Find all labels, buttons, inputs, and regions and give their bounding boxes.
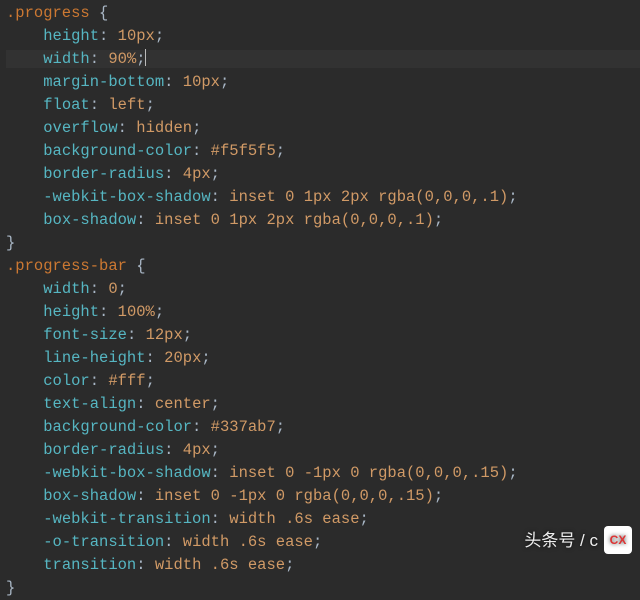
css-value: 4px bbox=[183, 165, 211, 183]
css-value: 4px bbox=[183, 441, 211, 459]
css-property: height bbox=[43, 303, 99, 321]
css-value: #f5f5f5 bbox=[211, 142, 276, 160]
css-property: -webkit-transition bbox=[43, 510, 210, 528]
watermark-text: 头条号 / c bbox=[524, 529, 598, 552]
css-value: 12px bbox=[146, 326, 183, 344]
css-value: inset 0 -1px 0 rgba(0,0,0,.15) bbox=[155, 487, 434, 505]
css-value: center bbox=[155, 395, 211, 413]
css-value: hidden bbox=[136, 119, 192, 137]
css-value: inset 0 1px 2px rgba(0,0,0,.1) bbox=[155, 211, 434, 229]
css-property: border-radius bbox=[43, 165, 164, 183]
css-property: width bbox=[43, 280, 90, 298]
css-property: -webkit-box-shadow bbox=[43, 188, 210, 206]
css-value: 10px bbox=[118, 27, 155, 45]
css-value: #337ab7 bbox=[211, 418, 276, 436]
watermark-logo-icon: CX bbox=[604, 526, 632, 554]
css-value: 100% bbox=[118, 303, 155, 321]
css-property: background-color bbox=[43, 418, 192, 436]
selector: .progress bbox=[6, 4, 90, 22]
css-value: left bbox=[108, 96, 145, 114]
css-property: border-radius bbox=[43, 441, 164, 459]
css-property: text-align bbox=[43, 395, 136, 413]
css-property: font-size bbox=[43, 326, 127, 344]
css-property: background-color bbox=[43, 142, 192, 160]
css-property: color bbox=[43, 372, 90, 390]
css-value: #fff bbox=[108, 372, 145, 390]
css-value: 0 bbox=[108, 280, 117, 298]
css-value: width .6s ease bbox=[155, 556, 285, 574]
code-editor[interactable]: .progress { height: 10px; width: 90%; ma… bbox=[0, 0, 640, 600]
css-property: -webkit-box-shadow bbox=[43, 464, 210, 482]
css-property: width bbox=[43, 50, 90, 68]
css-value: inset 0 -1px 0 rgba(0,0,0,.15) bbox=[229, 464, 508, 482]
css-value: width .6s ease bbox=[229, 510, 359, 528]
css-property: line-height bbox=[43, 349, 145, 367]
css-value: 10px bbox=[183, 73, 220, 91]
css-property: overflow bbox=[43, 119, 117, 137]
css-property: -o-transition bbox=[43, 533, 164, 551]
css-property: box-shadow bbox=[43, 211, 136, 229]
css-property: float bbox=[43, 96, 90, 114]
selector: .progress-bar bbox=[6, 257, 127, 275]
css-property: transition bbox=[43, 556, 136, 574]
css-value: 90% bbox=[108, 50, 136, 68]
css-property: margin-bottom bbox=[43, 73, 164, 91]
css-value: width .6s ease bbox=[183, 533, 313, 551]
text-cursor bbox=[145, 49, 146, 66]
watermark: 头条号 / c CX bbox=[524, 526, 632, 554]
css-value: 20px bbox=[164, 349, 201, 367]
css-value: inset 0 1px 2px rgba(0,0,0,.1) bbox=[229, 188, 508, 206]
css-property: box-shadow bbox=[43, 487, 136, 505]
css-property: height bbox=[43, 27, 99, 45]
